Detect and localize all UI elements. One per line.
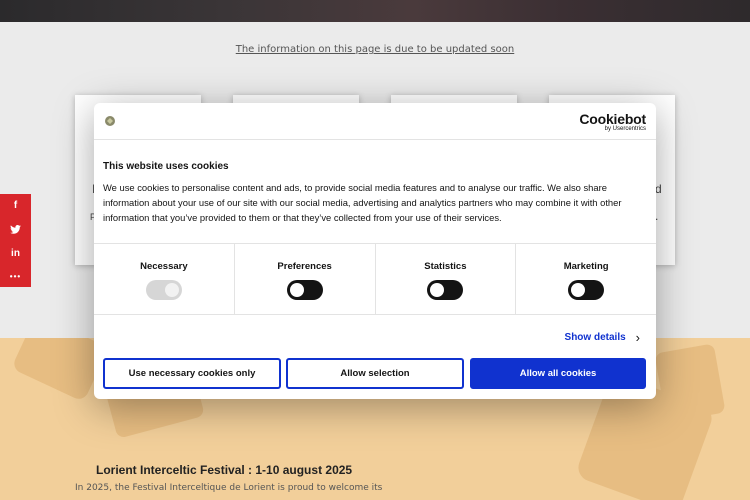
- dialog-body: We use cookies to personalise content an…: [103, 182, 622, 223]
- site-logo-icon: [105, 116, 115, 126]
- category-label: Statistics: [424, 261, 467, 272]
- necessary-toggle: [145, 280, 182, 300]
- dialog-title: This website uses cookies: [103, 161, 229, 172]
- marketing-toggle[interactable]: [568, 280, 605, 300]
- category-preferences: Preferences: [235, 244, 376, 314]
- statistics-toggle[interactable]: [427, 280, 464, 300]
- consent-categories: Necessary Preferences Statistics Marketi…: [94, 243, 656, 315]
- category-label: Preferences: [277, 261, 332, 272]
- allow-all-cookies-button[interactable]: Allow all cookies: [470, 358, 646, 389]
- show-details-label: Show details: [564, 332, 626, 343]
- show-details-link[interactable]: Show details ›: [565, 330, 640, 345]
- category-marketing: Marketing: [516, 244, 656, 314]
- allow-selection-button[interactable]: Allow selection: [286, 358, 464, 389]
- category-label: Marketing: [563, 261, 609, 272]
- dialog-header: Cookiebot by Usercentrics: [94, 103, 656, 140]
- category-statistics: Statistics: [376, 244, 517, 314]
- preferences-toggle[interactable]: [286, 280, 323, 300]
- use-necessary-only-button[interactable]: Use necessary cookies only: [103, 358, 281, 389]
- category-label: Necessary: [140, 261, 188, 272]
- chevron-right-icon: ›: [635, 330, 640, 345]
- category-necessary: Necessary: [94, 244, 235, 314]
- cookie-consent-dialog: Cookiebot by Usercentrics This website u…: [94, 103, 656, 399]
- brand-name: Cookiebot: [579, 111, 646, 127]
- cookiebot-logo[interactable]: Cookiebot by Usercentrics: [579, 111, 646, 132]
